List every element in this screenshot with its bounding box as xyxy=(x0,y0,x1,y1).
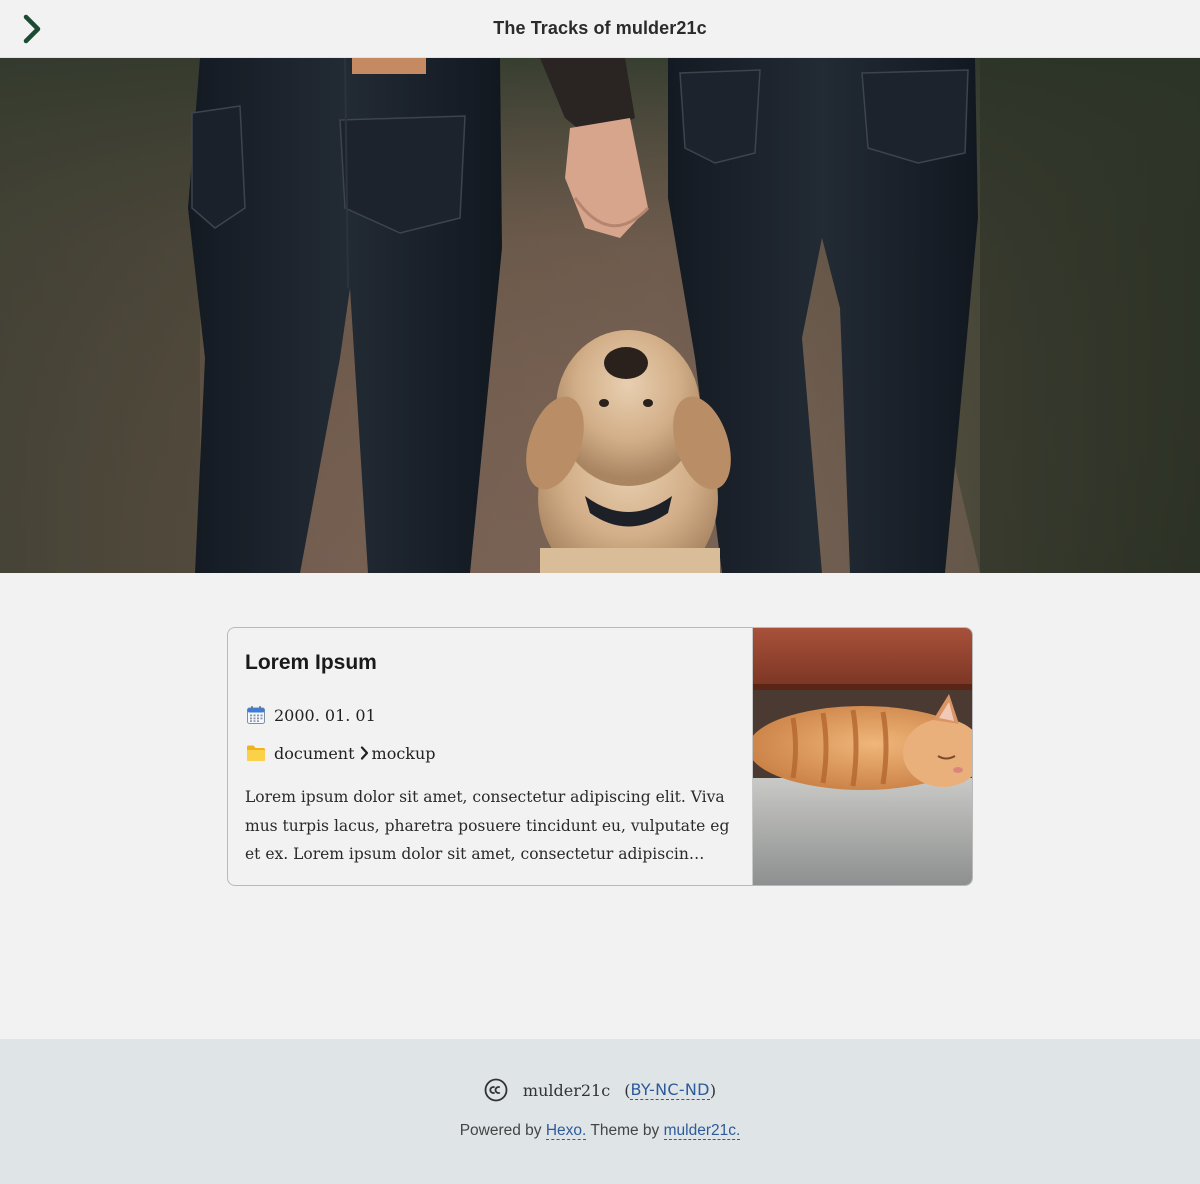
license-close-paren: ) xyxy=(709,1080,717,1100)
post-thumbnail[interactable] xyxy=(752,628,972,885)
footer-author: mulder21c xyxy=(522,1080,611,1100)
site-footer: mulder21c ( BY-NC-ND ) Powered by Hexo. … xyxy=(0,1039,1200,1184)
chevron-right-icon xyxy=(23,14,41,44)
theme-author-link[interactable]: mulder21c. xyxy=(663,1122,741,1140)
site-header: The Tracks of mulder21c xyxy=(0,0,1200,58)
powered-by-prefix: Powered by xyxy=(459,1122,546,1139)
post-date: 2000. 01. 01 xyxy=(245,703,735,727)
post-title[interactable]: Lorem Ipsum xyxy=(245,650,735,676)
site-title[interactable]: The Tracks of mulder21c xyxy=(493,18,706,39)
hero-image xyxy=(0,58,1200,573)
hexo-link[interactable]: Hexo. xyxy=(545,1122,587,1140)
powered-by: Powered by Hexo. Theme by mulder21c. xyxy=(0,1122,1200,1140)
post-card[interactable]: Lorem Ipsum 2000. 01. 01 document mockup… xyxy=(227,627,973,886)
post-body: Lorem Ipsum 2000. 01. 01 document mockup… xyxy=(228,628,752,885)
calendar-icon xyxy=(245,704,267,726)
theme-by-prefix: Theme by xyxy=(586,1122,664,1139)
license-row: mulder21c ( BY-NC-ND ) xyxy=(0,1077,1200,1103)
menu-toggle-button[interactable] xyxy=(18,12,46,46)
category-link-mockup[interactable]: mockup xyxy=(372,744,436,763)
post-date-text: 2000. 01. 01 xyxy=(274,705,376,725)
chevron-right-icon xyxy=(360,746,369,760)
post-categories: document mockup xyxy=(245,741,735,765)
creative-commons-icon xyxy=(484,1078,508,1102)
post-excerpt: Lorem ipsum dolor sit amet, consectetur … xyxy=(245,788,730,864)
folder-icon xyxy=(245,742,267,764)
license-link[interactable]: BY-NC-ND xyxy=(630,1080,710,1100)
category-link-document[interactable]: document xyxy=(274,744,355,763)
